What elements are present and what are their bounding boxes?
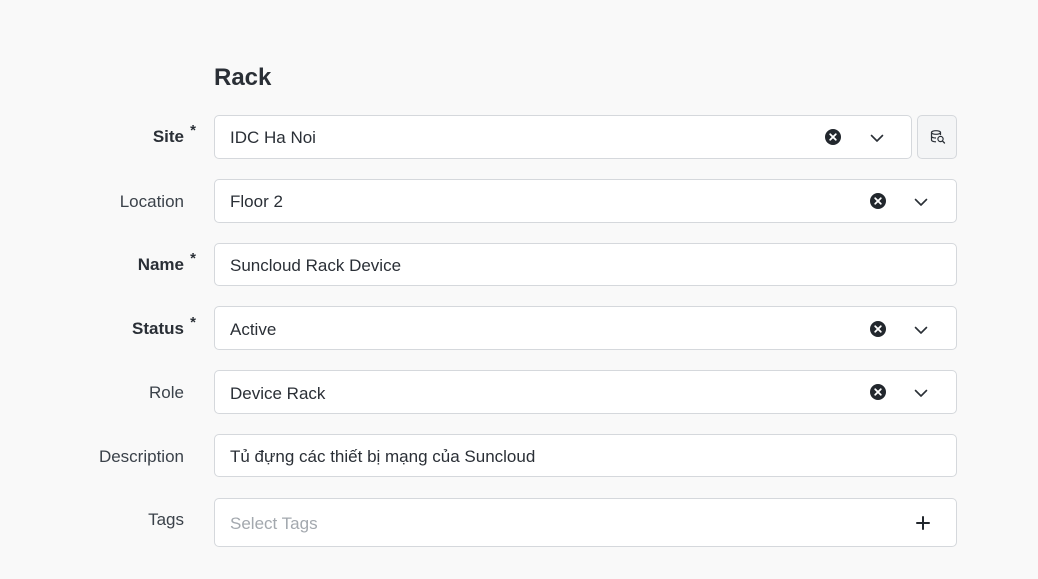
name-label: Name *: [137, 250, 196, 275]
site-select[interactable]: IDC Ha Noi: [214, 115, 912, 159]
tags-placeholder: Select Tags: [230, 514, 318, 533]
status-required-mark: *: [190, 314, 196, 331]
status-select-value: Active: [230, 320, 277, 339]
site-required-mark: *: [190, 122, 196, 139]
site-lookup-button[interactable]: [917, 115, 957, 159]
status-label: Status *: [132, 314, 196, 339]
location-clear-icon[interactable]: [870, 193, 886, 209]
role-clear-icon[interactable]: [870, 384, 886, 400]
location-chevron-down-icon[interactable]: [912, 193, 930, 211]
role-select[interactable]: Device Rack: [214, 370, 957, 414]
status-label-text: Status: [132, 319, 184, 338]
name-required-mark: *: [190, 250, 196, 267]
location-label: Location: [119, 192, 184, 211]
tags-select[interactable]: Select Tags: [214, 498, 957, 547]
location-select-value: Floor 2: [230, 192, 283, 211]
status-chevron-down-icon[interactable]: [912, 321, 930, 339]
status-clear-icon[interactable]: [870, 321, 886, 337]
tags-label: Tags: [148, 510, 184, 529]
name-input[interactable]: Suncloud Rack Device: [214, 243, 957, 286]
site-select-value: IDC Ha Noi: [230, 128, 316, 147]
name-label-text: Name: [137, 255, 184, 274]
site-label-text: Site: [152, 127, 184, 146]
site-label: Site *: [152, 122, 196, 147]
location-select[interactable]: Floor 2: [214, 179, 957, 223]
status-select[interactable]: Active: [214, 306, 957, 350]
site-clear-icon[interactable]: [825, 129, 841, 145]
description-input-value: Tủ đựng các thiết bị mạng của Suncloud: [230, 447, 536, 466]
site-chevron-down-icon[interactable]: [868, 129, 886, 147]
role-label: Role: [149, 383, 184, 402]
role-chevron-down-icon[interactable]: [912, 384, 930, 402]
role-select-value: Device Rack: [230, 384, 326, 403]
section-title: Rack: [214, 64, 272, 91]
name-input-value: Suncloud Rack Device: [230, 256, 402, 275]
add-tag-plus-icon[interactable]: [915, 515, 931, 531]
description-label: Description: [98, 447, 184, 466]
description-input[interactable]: Tủ đựng các thiết bị mạng của Suncloud: [214, 434, 957, 477]
